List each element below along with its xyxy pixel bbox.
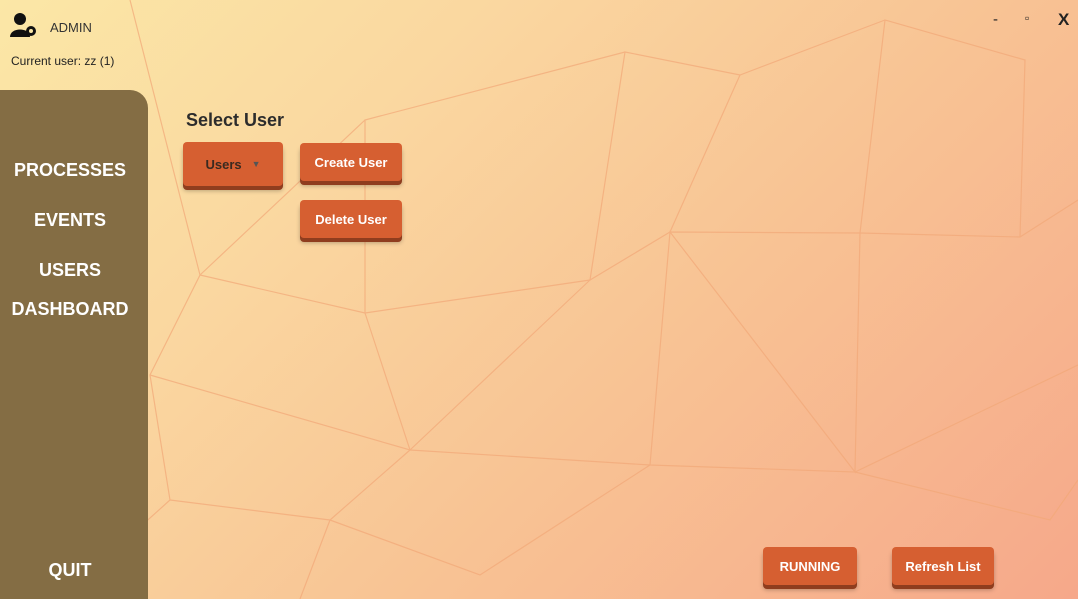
sidebar-item-events[interactable]: EVENTS [0,210,140,231]
title-bar: ADMIN [10,12,92,43]
sidebar-item-dashboard[interactable]: DASHBOARD [0,299,140,320]
quit-button[interactable]: QUIT [0,560,140,581]
current-user-label: Current user: zz (1) [11,54,115,68]
create-user-button[interactable]: Create User [300,143,402,181]
sidebar-item-users[interactable]: USERS [0,260,140,281]
sidebar-item-processes[interactable]: PROCESSES [0,160,140,181]
user-gear-icon [10,12,38,43]
background-pattern [59,0,1078,599]
dropdown-selected-value: Users [205,156,242,172]
delete-user-button[interactable]: Delete User [300,200,402,238]
section-title: Select User [186,110,285,130]
user-select-dropdown[interactable]: Users ▼ [183,142,283,186]
minimize-button[interactable]: - [993,11,998,28]
refresh-list-button[interactable]: Refresh List [892,547,994,585]
close-button[interactable]: X [1058,10,1069,30]
running-button[interactable]: RUNNING [763,547,857,585]
sidebar: PROCESSES EVENTS USERS DASHBOARD QUIT [0,90,148,599]
maximize-button[interactable]: ▫ [1025,11,1029,25]
app-title: ADMIN [50,20,92,35]
caret-down-icon: ▼ [251,159,261,169]
